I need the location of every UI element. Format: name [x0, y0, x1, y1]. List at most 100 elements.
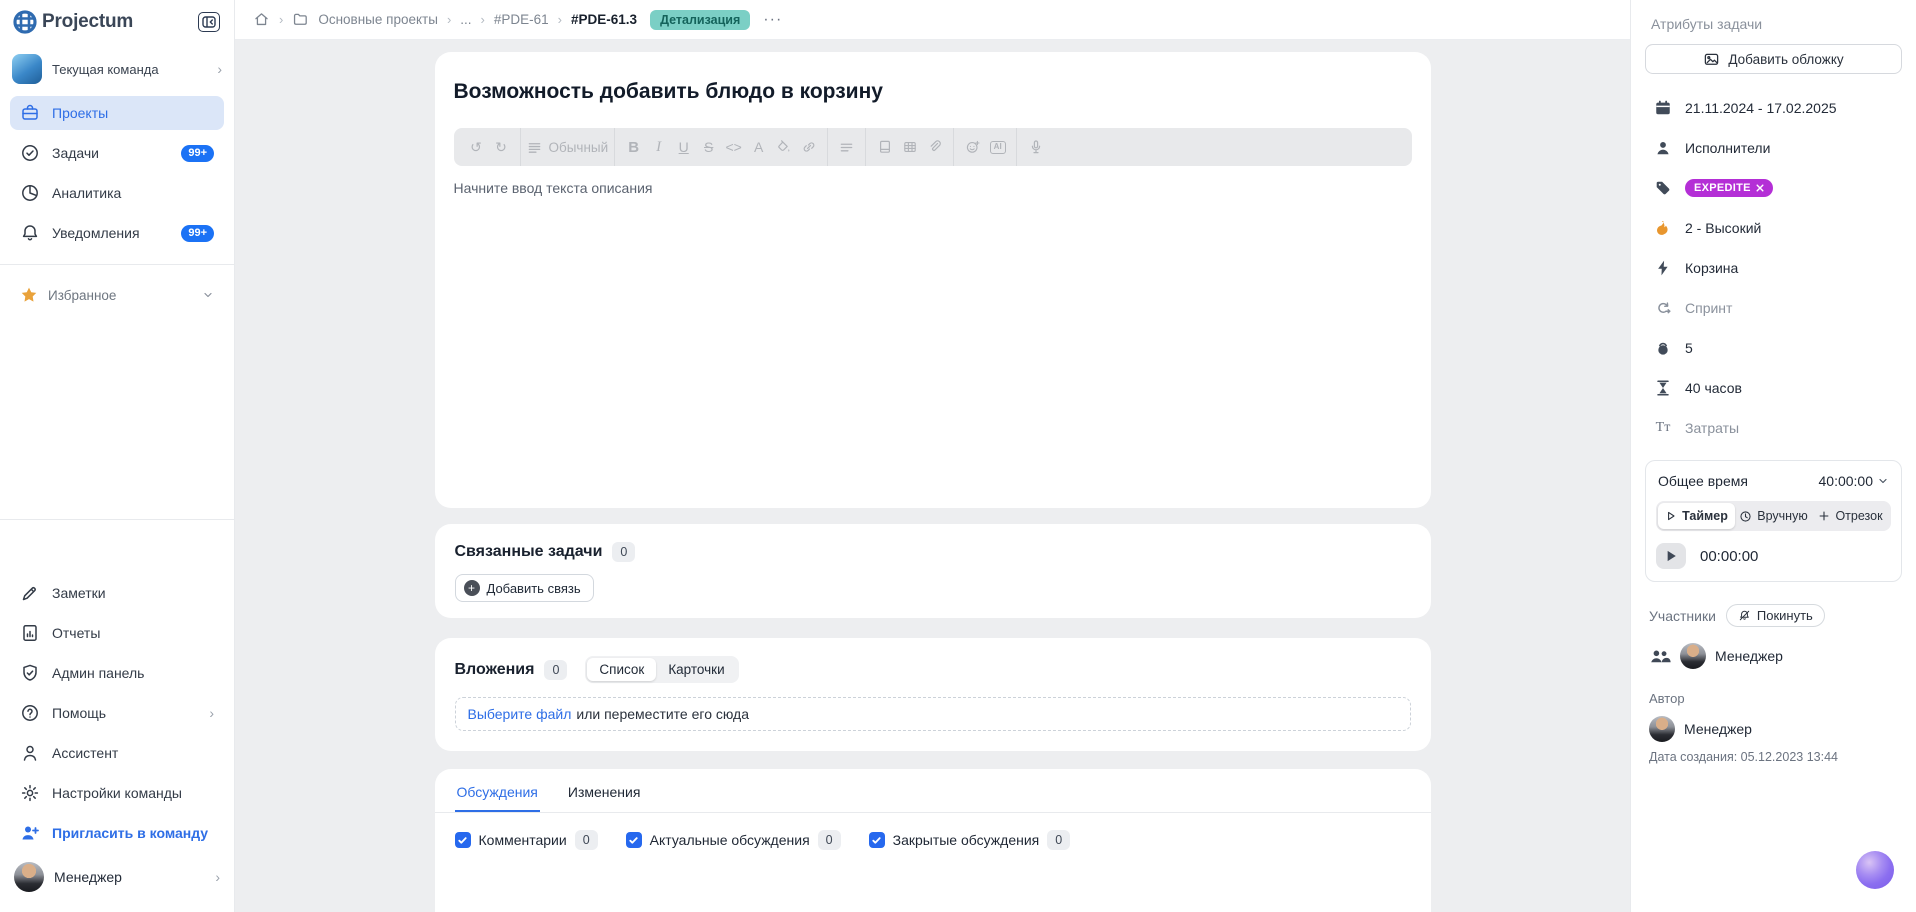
- sidebar-item-tasks[interactable]: Задачи 99+: [10, 136, 224, 170]
- breadcrumb-parent-task[interactable]: #PDE-61: [494, 12, 549, 27]
- ai-block-icon[interactable]: AI: [985, 134, 1010, 160]
- filter-actual[interactable]: Актуальные обсуждения 0: [626, 830, 841, 850]
- breadcrumb-project[interactable]: Основные проекты: [318, 12, 438, 27]
- toolbar-separator: [614, 128, 615, 166]
- sidebar-item-projects[interactable]: Проекты: [10, 96, 224, 130]
- home-icon[interactable]: [253, 11, 270, 28]
- checkbox-checked-icon[interactable]: [626, 832, 642, 848]
- person-plus-icon: [20, 823, 40, 843]
- strikethrough-icon[interactable]: S: [696, 134, 721, 160]
- attr-estimate[interactable]: 40 часов: [1645, 368, 1902, 408]
- interval-mode-tab[interactable]: Отрезок: [1812, 503, 1889, 529]
- sidebar-item-favorites[interactable]: Избранное: [10, 279, 224, 311]
- sidebar-item-assistant[interactable]: Ассистент: [10, 736, 224, 770]
- sidebar-item-reports[interactable]: Отчеты: [10, 616, 224, 650]
- page-icon[interactable]: [872, 134, 897, 160]
- attr-priority[interactable]: 2 - Высокий: [1645, 208, 1902, 248]
- play-outline-icon: [1665, 510, 1677, 522]
- linked-tasks-count: 0: [612, 542, 635, 562]
- attr-dates[interactable]: 21.11.2024 - 17.02.2025: [1645, 88, 1902, 128]
- add-link-button[interactable]: + Добавить связь: [455, 574, 594, 602]
- attr-story-points[interactable]: 5: [1645, 328, 1902, 368]
- sidebar-item-notes[interactable]: Заметки: [10, 576, 224, 610]
- link-icon[interactable]: [796, 134, 821, 160]
- fill-color-icon[interactable]: [771, 134, 796, 160]
- sidebar-header: Projectum: [0, 0, 234, 44]
- team-avatar: [12, 54, 42, 84]
- view-cards-tab[interactable]: Карточки: [656, 658, 736, 681]
- sidebar-item-help[interactable]: Помощь ›: [10, 696, 224, 730]
- linked-tasks-card: Связанные задачи 0 + Добавить связь: [435, 524, 1431, 618]
- filter-closed[interactable]: Закрытые обсуждения 0: [869, 830, 1071, 850]
- notifications-count-badge: 99+: [181, 225, 214, 242]
- sidebar-item-team-settings[interactable]: Настройки команды: [10, 776, 224, 810]
- close-icon[interactable]: [1756, 184, 1764, 192]
- font-color-icon[interactable]: A: [746, 134, 771, 160]
- choose-file-link[interactable]: Выберите файл: [468, 706, 572, 722]
- status-badge[interactable]: Детализация: [650, 10, 750, 30]
- italic-icon[interactable]: I: [646, 134, 671, 160]
- view-list-tab[interactable]: Список: [587, 658, 656, 681]
- breadcrumb-ellipsis[interactable]: ...: [460, 12, 471, 27]
- assistant-orb-button[interactable]: [1856, 851, 1894, 889]
- attr-costs[interactable]: Тт Затраты: [1645, 408, 1902, 448]
- gear-icon: [20, 783, 40, 803]
- manual-mode-tab[interactable]: Вручную: [1735, 503, 1812, 529]
- time-total-toggle[interactable]: Общее время 40:00:00: [1656, 471, 1891, 489]
- breadcrumb-current-task: #PDE-61.3: [571, 12, 637, 27]
- attachment-icon[interactable]: [922, 134, 947, 160]
- toolbar-separator: [1016, 128, 1017, 166]
- tab-discussions[interactable]: Обсуждения: [455, 769, 540, 812]
- code-icon[interactable]: <>: [721, 134, 746, 160]
- toolbar-separator: [520, 128, 521, 166]
- attr-tags[interactable]: EXPEDITE: [1645, 168, 1902, 208]
- author-title: Автор: [1645, 691, 1902, 706]
- attachments-count: 0: [544, 660, 567, 680]
- paragraph-style-icon: [527, 140, 542, 155]
- user-avatar: [14, 862, 44, 892]
- add-cover-button[interactable]: Добавить обложку: [1645, 44, 1902, 74]
- linked-tasks-title: Связанные задачи: [455, 543, 603, 561]
- team-switcher[interactable]: Текущая команда ›: [12, 54, 222, 84]
- attr-feature[interactable]: Корзина: [1645, 248, 1902, 288]
- checkbox-checked-icon[interactable]: [455, 832, 471, 848]
- tag-pill[interactable]: EXPEDITE: [1685, 179, 1773, 197]
- app-logo[interactable]: Projectum: [12, 9, 133, 35]
- sidebar-item-invite[interactable]: Пригласить в команду: [10, 816, 224, 850]
- projectum-logo-icon: [12, 9, 38, 35]
- description-input[interactable]: Начните ввод текста описания: [454, 180, 1412, 196]
- sidebar-collapse-button[interactable]: [198, 12, 220, 32]
- attachments-title: Вложения: [455, 661, 535, 679]
- sidebar-item-admin-panel[interactable]: Админ панель: [10, 656, 224, 690]
- align-icon[interactable]: [834, 134, 859, 160]
- sidebar-item-notifications[interactable]: Уведомления 99+: [10, 216, 224, 250]
- table-icon[interactable]: [897, 134, 922, 160]
- timer-mode-tab[interactable]: Таймер: [1658, 503, 1735, 529]
- start-timer-button[interactable]: [1656, 543, 1686, 569]
- sidebar-user-menu[interactable]: Менеджер ›: [14, 862, 220, 892]
- filter-comments[interactable]: Комментарии 0: [455, 830, 598, 850]
- briefcase-icon: [20, 103, 40, 123]
- redo-icon[interactable]: ↻: [489, 134, 514, 160]
- author-row[interactable]: Менеджер: [1645, 716, 1902, 742]
- bell-slash-icon: [1738, 609, 1751, 622]
- author-avatar: [1649, 716, 1675, 742]
- sidebar-item-analytics[interactable]: Аналитика: [10, 176, 224, 210]
- checkbox-checked-icon[interactable]: [869, 832, 885, 848]
- leave-button[interactable]: Покинуть: [1726, 604, 1825, 627]
- microphone-icon[interactable]: [1023, 134, 1048, 160]
- bold-icon[interactable]: B: [621, 134, 646, 160]
- participant-row[interactable]: Менеджер: [1645, 643, 1902, 669]
- paragraph-style-dropdown[interactable]: Обычный: [527, 140, 609, 155]
- tab-changes[interactable]: Изменения: [566, 769, 643, 812]
- attr-assignees[interactable]: Исполнители: [1645, 128, 1902, 168]
- task-title[interactable]: Возможность добавить блюдо в корзину: [454, 80, 1412, 104]
- emoji-add-icon[interactable]: [960, 134, 985, 160]
- file-dropzone[interactable]: Выберите файл или переместите его сюда: [455, 697, 1411, 731]
- sprint-icon: [1653, 299, 1673, 317]
- underline-icon[interactable]: U: [671, 134, 696, 160]
- undo-icon[interactable]: ↺: [464, 134, 489, 160]
- attr-sprint[interactable]: Спринт: [1645, 288, 1902, 328]
- plus-icon: +: [464, 580, 480, 596]
- breadcrumb-more-button[interactable]: ···: [763, 11, 782, 29]
